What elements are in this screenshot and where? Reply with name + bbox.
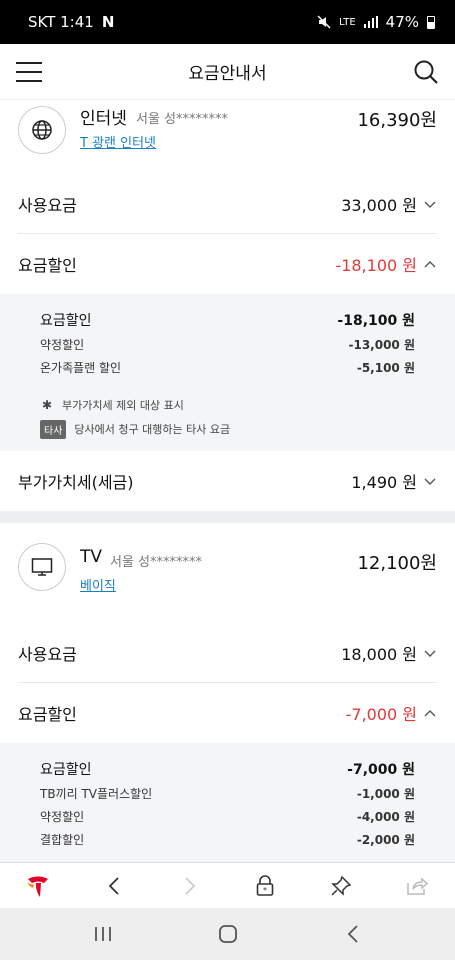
discount-label: 요금할인	[18, 705, 77, 724]
chevron-left-icon	[108, 876, 119, 895]
asterisk-icon: ✱	[41, 398, 53, 412]
vat-exempt-note: ✱ 부가가치세 제외 대상 표시	[41, 398, 184, 412]
detail-item: 약정할인 -4,000 원	[40, 810, 415, 824]
usage-value: 33,000 원	[341, 192, 437, 216]
usage-value: 18,000 원	[341, 641, 437, 665]
usage-label: 사용요금	[18, 195, 77, 215]
share-button[interactable]	[399, 868, 435, 904]
tworld-logo-icon	[26, 876, 48, 897]
internet-plan-link[interactable]: T 광랜 인터넷	[80, 132, 156, 151]
menu-button[interactable]	[16, 62, 42, 82]
app-header: 요금안내서	[0, 44, 455, 100]
internet-vat-row[interactable]: 부가가치세(세금) 1,490 원	[18, 451, 437, 511]
forward-button[interactable]	[172, 868, 208, 904]
tv-discount-row[interactable]: 요금할인 -7,000 원	[18, 683, 437, 743]
search-icon[interactable]	[413, 59, 439, 85]
system-nav-bar	[0, 908, 455, 960]
discount-value: -7,000 원	[346, 701, 437, 725]
detail-head: 요금할인 -18,100 원	[40, 312, 415, 329]
section-divider	[0, 511, 455, 523]
internet-discount-detail: 요금할인 -18,100 원 약정할인 -13,000 원 온가족플랜 할인 -…	[0, 294, 455, 451]
third-party-note: 타사 당사에서 청구 대행하는 타사 요금	[40, 417, 415, 441]
internet-address: 서울 성********	[136, 112, 229, 127]
detail-item: 온가족플랜 할인 -5,100 원	[40, 361, 415, 375]
lock-icon: *	[257, 874, 274, 896]
tv-monitor-icon	[18, 543, 66, 591]
detail-item: 약정할인 -13,000 원	[40, 338, 415, 352]
chevron-down-icon	[424, 201, 436, 208]
battery-icon	[427, 15, 435, 29]
vat-label: 부가가치세(세금)	[18, 473, 134, 492]
vat-value: 1,490 원	[351, 469, 437, 493]
detail-head: 요금할인 -7,000 원	[40, 761, 415, 778]
internet-discount-row[interactable]: 요금할인 -18,100 원	[18, 234, 437, 294]
internet-service-name: 인터넷	[80, 109, 127, 129]
tv-service-name: TV	[80, 547, 103, 567]
internet-total: 16,390원	[357, 110, 437, 131]
battery-text: 47%	[385, 13, 419, 31]
recent-apps-icon	[94, 927, 111, 941]
usage-label: 사용요금	[18, 644, 77, 664]
discount-value: -18,100 원	[335, 252, 437, 276]
detail-item: TB끼리 TV플러스할인 -1,000 원	[40, 787, 415, 801]
lte-icon: LTE	[339, 16, 356, 28]
mute-icon	[317, 15, 331, 29]
discount-label: 요금할인	[18, 256, 77, 275]
tv-plan-link[interactable]: 베이직	[80, 575, 116, 594]
svg-text:*: *	[263, 886, 267, 895]
tv-service-header: TV 서울 성******** 베이직 12,100원	[0, 523, 455, 623]
chevron-down-icon	[424, 478, 436, 485]
tv-address: 서울 성********	[110, 555, 203, 570]
third-party-badge: 타사	[40, 419, 67, 439]
browser-toolbar: *	[0, 862, 455, 908]
chevron-up-icon	[424, 710, 436, 717]
pin-button[interactable]	[323, 868, 359, 904]
carrier-time: SKT 1:41	[28, 13, 94, 31]
status-bar: SKT 1:41 N LTE 47%	[0, 0, 455, 44]
bill-content[interactable]: 인터넷 서울 성******** T 광랜 인터넷 16,390원 사용요금 3…	[0, 100, 455, 862]
home-button[interactable]	[20, 868, 56, 904]
back-button[interactable]	[96, 868, 132, 904]
n-icon: N	[101, 13, 115, 31]
home-square-icon	[218, 925, 237, 943]
signal-icon	[363, 16, 378, 28]
page-title: 요금안내서	[188, 64, 267, 84]
chevron-right-icon	[184, 876, 195, 895]
chevron-down-icon	[424, 650, 436, 657]
tv-total: 12,100원	[357, 553, 437, 574]
internet-service-header: 인터넷 서울 성******** T 광랜 인터넷 16,390원	[0, 100, 455, 174]
pin-icon	[331, 875, 352, 896]
internet-usage-row[interactable]: 사용요금 33,000 원	[18, 174, 437, 234]
home-nav-button[interactable]	[208, 914, 248, 954]
back-arrow-icon	[347, 925, 358, 943]
tv-discount-detail: 요금할인 -7,000 원 TB끼리 TV플러스할인 -1,000 원 약정할인…	[0, 743, 455, 862]
recent-apps-button[interactable]	[83, 914, 123, 954]
detail-item: 결합할인 -2,000 원	[40, 833, 415, 847]
share-icon	[407, 876, 429, 895]
tv-usage-row[interactable]: 사용요금 18,000 원	[18, 623, 437, 683]
internet-globe-icon	[18, 106, 66, 154]
secure-lock-button[interactable]: *	[247, 868, 283, 904]
back-nav-button[interactable]	[333, 914, 373, 954]
chevron-up-icon	[424, 261, 436, 268]
detail-notes: ✱ 부가가치세 제외 대상 표시 타사 당사에서 청구 대행하는 타사 요금	[40, 393, 415, 441]
